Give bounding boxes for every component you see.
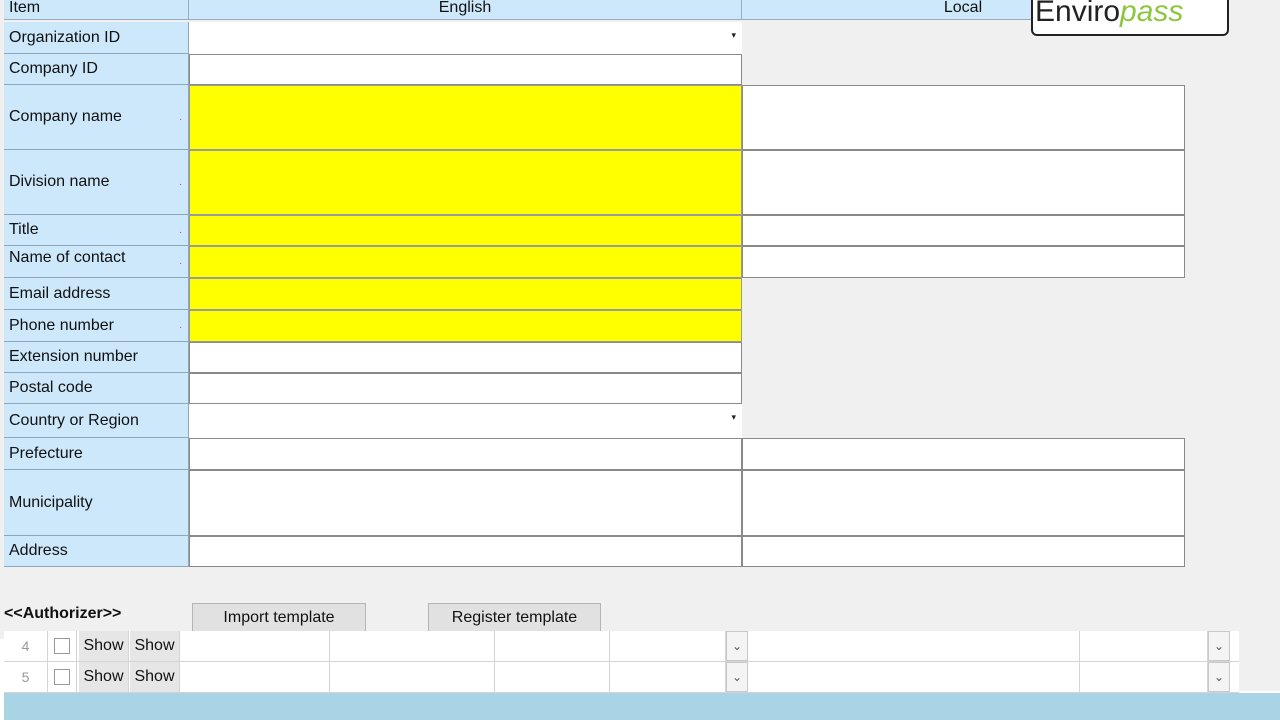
municipality-local-input[interactable] [742,470,1185,536]
grid-cell[interactable] [495,662,610,692]
label-phone-number: Phone number . [4,310,189,342]
row-checkbox[interactable] [54,638,70,654]
label-text: Title [9,221,39,238]
title-local-input[interactable] [742,215,1185,246]
table-row[interactable]: 5 Show Show ⌄ ⌄ [4,662,1239,693]
chevron-down-icon[interactable]: ⌄ [1208,631,1230,661]
row-checkbox-cell[interactable] [48,662,77,692]
header-english: English [189,0,742,20]
required-marker: . [179,320,182,331]
header-item-label: Item [9,0,41,16]
company-name-english-input[interactable] [189,85,742,150]
prefecture-english-input[interactable] [189,438,742,470]
row-checkbox[interactable] [54,669,70,685]
municipality-english-input[interactable] [189,470,742,536]
show-button[interactable]: Show [130,662,180,692]
import-template-button[interactable]: Import template [192,603,366,633]
register-template-button[interactable]: Register template [428,603,601,633]
label-text: Municipality [9,493,93,511]
show-button[interactable]: Show [130,631,180,661]
chevron-down-icon: ▾ [731,30,736,40]
grid-cell[interactable] [330,662,495,692]
grid-cell[interactable] [610,662,726,692]
row-checkbox-cell[interactable] [48,631,77,661]
company-id-english-input[interactable] [189,54,742,85]
label-text: Division name [9,173,110,190]
label-address: Address [4,536,189,567]
label-text: Email address [9,284,111,302]
grid-cell[interactable] [748,662,1080,692]
authorizer-heading: <<Authorizer>> [4,605,122,622]
label-title: Title . [4,215,189,246]
label-text: Organization ID [9,28,121,46]
label-company-name: Company name . [4,85,189,150]
table-row[interactable]: 4 Show Show ⌄ ⌄ [4,631,1239,662]
country-or-region-select[interactable]: ▾ [189,404,742,438]
row-number: 5 [4,662,48,692]
email-address-english-input[interactable] [189,278,742,310]
organization-id-select[interactable]: ▾ [189,22,742,54]
label-text: Name of contact [9,249,126,266]
enviropass-logo: Enviropass [1031,0,1229,36]
label-text: Prefecture [9,444,83,462]
chevron-down-icon[interactable]: ⌄ [726,662,748,692]
chevron-down-icon[interactable]: ⌄ [726,631,748,661]
label-text: Extension number [9,348,138,365]
label-division-name: Division name . [4,150,189,215]
label-prefecture: Prefecture [4,438,189,470]
grid-cell[interactable] [330,631,495,661]
postal-code-english-input[interactable] [189,373,742,404]
address-english-input[interactable] [189,536,742,567]
required-marker: . [179,176,182,188]
authorizer-grid: 4 Show Show ⌄ ⌄ 5 Show Show ⌄ ⌄ [0,631,1280,720]
header-local-label: Local [943,0,983,16]
grid-footer-bar [4,693,1280,720]
grid-cell[interactable] [180,631,330,661]
label-company-id: Company ID [4,54,189,85]
required-marker: . [179,224,182,236]
label-postal-code: Postal code [4,373,189,404]
name-of-contact-local-input[interactable] [742,246,1185,278]
phone-number-english-input[interactable] [189,310,742,342]
label-text: Phone number [9,316,114,334]
grid-cell[interactable] [610,631,726,661]
label-text: Company ID [9,60,98,77]
name-of-contact-english-input[interactable] [189,246,742,278]
header-english-label: English [438,0,492,16]
logo-text-enviro: Enviro [1035,0,1121,28]
division-name-english-input[interactable] [189,150,742,215]
prefecture-local-input[interactable] [742,438,1185,470]
grid-cell[interactable] [1080,631,1208,661]
label-extension-number: Extension number [4,342,189,373]
company-name-local-input[interactable] [742,85,1185,150]
label-organization-id: Organization ID [4,22,189,54]
label-text: Country or Region [9,411,139,429]
grid-cell[interactable] [495,631,610,661]
label-text: Address [9,542,68,559]
address-local-input[interactable] [742,536,1185,567]
logo-text-pass: pass [1120,0,1184,28]
label-text: Postal code [9,379,93,396]
title-english-input[interactable] [189,215,742,246]
label-country-or-region: Country or Region [4,404,189,438]
chevron-down-icon[interactable]: ⌄ [1208,662,1230,692]
show-button[interactable]: Show [79,662,129,692]
division-name-local-input[interactable] [742,150,1185,215]
grid-cell[interactable] [748,631,1080,661]
show-button[interactable]: Show [79,631,129,661]
label-name-of-contact: Name of contact . [4,246,189,278]
label-email-address: Email address [4,278,189,310]
label-text: Company name [9,108,122,125]
extension-number-english-input[interactable] [189,342,742,373]
label-municipality: Municipality [4,470,189,536]
grid-cell[interactable] [180,662,330,692]
required-marker: . [179,111,182,123]
required-marker: . [179,256,182,267]
grid-scroll-bg [1239,639,1280,691]
header-item: Item [4,0,189,20]
row-number: 4 [4,631,48,661]
chevron-down-icon: ▾ [731,412,736,422]
grid-cell[interactable] [1080,662,1208,692]
